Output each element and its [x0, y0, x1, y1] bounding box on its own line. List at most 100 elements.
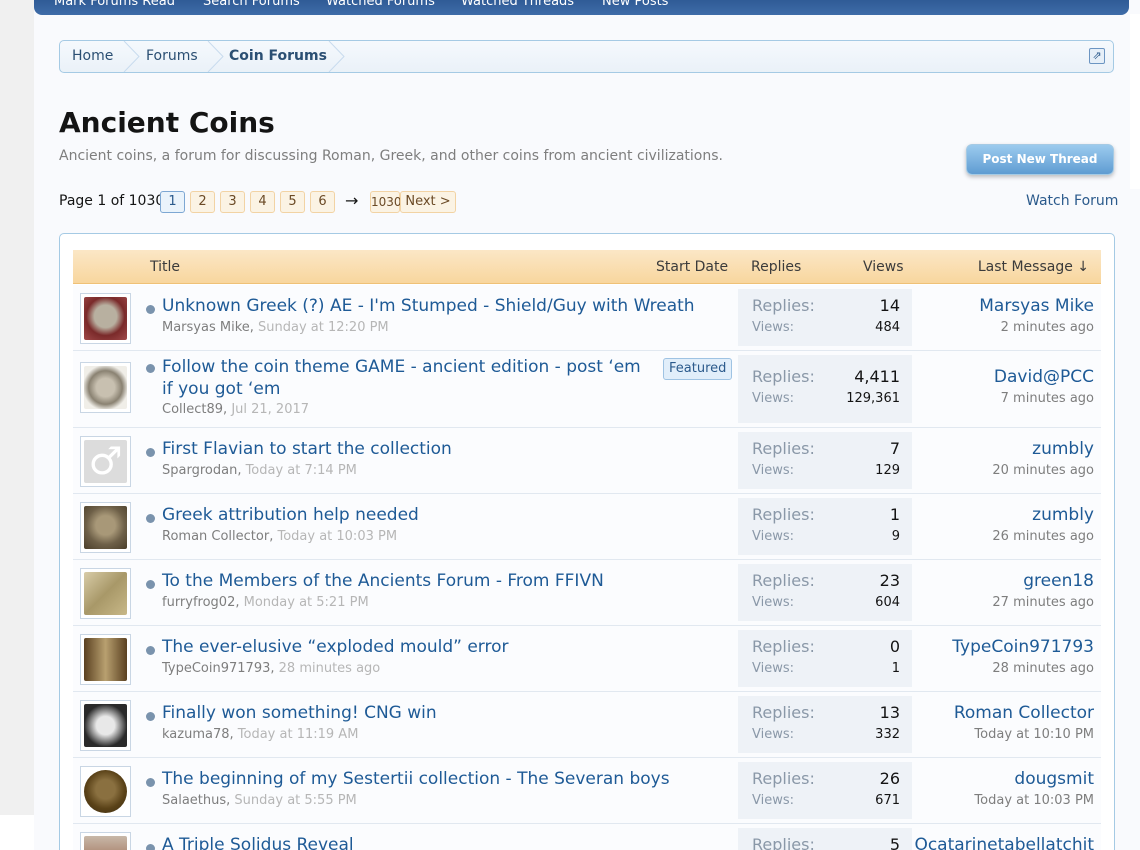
replies-count: 5: [889, 835, 900, 850]
thread-author[interactable]: Spargrodan: [162, 463, 237, 478]
views-label: Views:: [752, 727, 795, 742]
views-count: 9: [891, 529, 900, 544]
last-poster-link[interactable]: Marsyas Mike: [979, 296, 1094, 316]
thread-start-date[interactable]: Today at 11:19 AM: [238, 727, 359, 742]
page-link-2[interactable]: 2: [190, 191, 215, 213]
replies-label: Replies:: [752, 769, 815, 788]
last-poster-link[interactable]: Ocatarinetabellatchit: [914, 835, 1094, 850]
thread-row: A Triple Solidus Reveal Replies: 5 Ocata…: [73, 824, 1101, 850]
header-last-message[interactable]: Last Message ↓: [978, 259, 1089, 275]
page-link-6[interactable]: 6: [310, 191, 335, 213]
thread-title-link[interactable]: A Triple Solidus Reveal: [162, 834, 354, 850]
last-post-time[interactable]: Today at 10:03 PM: [974, 793, 1094, 808]
breadcrumb-home[interactable]: Home: [72, 41, 113, 72]
thread-row: Follow the coin theme GAME - ancient edi…: [73, 351, 1101, 428]
page-link-4[interactable]: 4: [250, 191, 275, 213]
watch-forum-link[interactable]: Watch Forum: [1026, 193, 1118, 209]
thread-title-link[interactable]: Follow the coin theme GAME - ancient edi…: [162, 356, 641, 378]
thread-title-link[interactable]: First Flavian to start the collection: [162, 438, 452, 460]
avatar[interactable]: [80, 362, 131, 413]
thread-title-link[interactable]: Greek attribution help needed: [162, 504, 419, 526]
thread-bullet-icon: [146, 305, 155, 314]
thread-bullet-icon: [146, 712, 155, 721]
thread-start-date[interactable]: Today at 7:14 PM: [246, 463, 357, 478]
last-poster-link[interactable]: zumbly: [1032, 505, 1094, 525]
last-post-time[interactable]: 7 minutes ago: [1001, 391, 1094, 406]
views-label: Views:: [752, 320, 795, 335]
replies-label: Replies:: [752, 296, 815, 315]
avatar[interactable]: [80, 502, 131, 553]
avatar[interactable]: [80, 700, 131, 751]
header-views[interactable]: Views: [863, 259, 904, 275]
thread-author[interactable]: TypeCoin971793: [162, 661, 270, 676]
last-post-time[interactable]: 26 minutes ago: [992, 529, 1094, 544]
thread-start-date[interactable]: Monday at 5:21 PM: [244, 595, 369, 610]
avatar[interactable]: [80, 832, 131, 850]
page-title: Ancient Coins: [59, 106, 275, 139]
last-post-time[interactable]: 2 minutes ago: [1001, 320, 1094, 335]
replies-count: 1: [889, 505, 900, 524]
breadcrumb-coin-forums[interactable]: Coin Forums: [229, 41, 327, 72]
page-link-3[interactable]: 3: [220, 191, 245, 213]
thread-list-header: Title Start Date Replies Views Last Mess…: [73, 250, 1101, 284]
last-poster-link[interactable]: TypeCoin971793: [952, 637, 1094, 657]
last-post-time[interactable]: Today at 10:10 PM: [974, 727, 1094, 742]
replies-label: Replies:: [752, 835, 815, 850]
nav-watched-threads[interactable]: Watched Threads: [461, 0, 574, 9]
thread-author[interactable]: Marsyas Mike: [162, 320, 250, 335]
avatar[interactable]: ♂: [80, 436, 131, 487]
thread-start-date[interactable]: Today at 10:03 PM: [277, 529, 397, 544]
thread-author[interactable]: furryfrog02: [162, 595, 235, 610]
post-new-thread-button[interactable]: Post New Thread: [966, 144, 1114, 175]
page-link-last[interactable]: 1030: [370, 191, 402, 213]
last-poster-link[interactable]: dougsmit: [1014, 769, 1094, 789]
avatar-image: [84, 836, 127, 850]
last-poster-link[interactable]: zumbly: [1032, 439, 1094, 459]
page-link-1[interactable]: 1: [160, 191, 185, 213]
last-post-time[interactable]: 27 minutes ago: [992, 595, 1094, 610]
breadcrumb-forums[interactable]: Forums: [146, 41, 198, 72]
thread-start-date[interactable]: Sunday at 12:20 PM: [258, 320, 389, 335]
thread-title-link[interactable]: Unknown Greek (?) AE - I'm Stumped - Shi…: [162, 295, 695, 317]
replies-label: Replies:: [752, 637, 815, 656]
thread-author[interactable]: Collect89: [162, 402, 223, 417]
thread-title-link[interactable]: The beginning of my Sestertii collection…: [162, 768, 670, 790]
header-title[interactable]: Title: [150, 259, 180, 275]
thread-title-link[interactable]: To the Members of the Ancients Forum - F…: [162, 570, 604, 592]
thread-title-link[interactable]: Finally won something! CNG win: [162, 702, 437, 724]
next-page-link[interactable]: Next >: [400, 191, 456, 213]
nav-search-forums[interactable]: Search Forums: [203, 0, 300, 9]
thread-bullet-icon: [146, 514, 155, 523]
thread-title-link[interactable]: The ever-elusive “exploded mould” error: [162, 636, 509, 658]
popout-icon[interactable]: ⇗: [1089, 48, 1105, 64]
last-poster-link[interactable]: David@PCC: [994, 367, 1094, 387]
thread-author[interactable]: Roman Collector: [162, 529, 269, 544]
last-poster-link[interactable]: green18: [1023, 571, 1094, 591]
nav-watched-forums[interactable]: Watched Forums: [326, 0, 435, 9]
replies-label: Replies:: [752, 505, 815, 524]
page-jump-arrow[interactable]: →: [345, 191, 358, 210]
last-post-time[interactable]: 28 minutes ago: [992, 661, 1094, 676]
page-link-5[interactable]: 5: [280, 191, 305, 213]
thread-start-date[interactable]: Sunday at 5:55 PM: [234, 793, 356, 808]
thread-title-link-line2[interactable]: if you got ‘em: [162, 378, 280, 400]
views-count: 332: [875, 727, 900, 742]
avatar[interactable]: [80, 293, 131, 344]
avatar-image: [84, 704, 127, 747]
last-poster-link[interactable]: Roman Collector: [954, 703, 1094, 723]
header-start-date[interactable]: Start Date: [656, 259, 728, 275]
thread-start-date[interactable]: 28 minutes ago: [279, 661, 381, 676]
last-post-time[interactable]: 20 minutes ago: [992, 463, 1094, 478]
thread-start-date[interactable]: Jul 21, 2017: [231, 402, 309, 417]
thread-meta: TypeCoin971793, 28 minutes ago: [162, 661, 381, 676]
avatar[interactable]: [80, 766, 131, 817]
thread-author[interactable]: Salaethus: [162, 793, 226, 808]
nav-mark-forums-read[interactable]: Mark Forums Read: [54, 0, 175, 9]
avatar[interactable]: [80, 634, 131, 685]
replies-label: Replies:: [752, 367, 815, 386]
header-replies[interactable]: Replies: [751, 259, 801, 275]
views-count: 129,361: [846, 391, 900, 406]
thread-author[interactable]: kazuma78: [162, 727, 230, 742]
nav-new-posts[interactable]: New Posts: [602, 0, 668, 9]
avatar[interactable]: [80, 568, 131, 619]
